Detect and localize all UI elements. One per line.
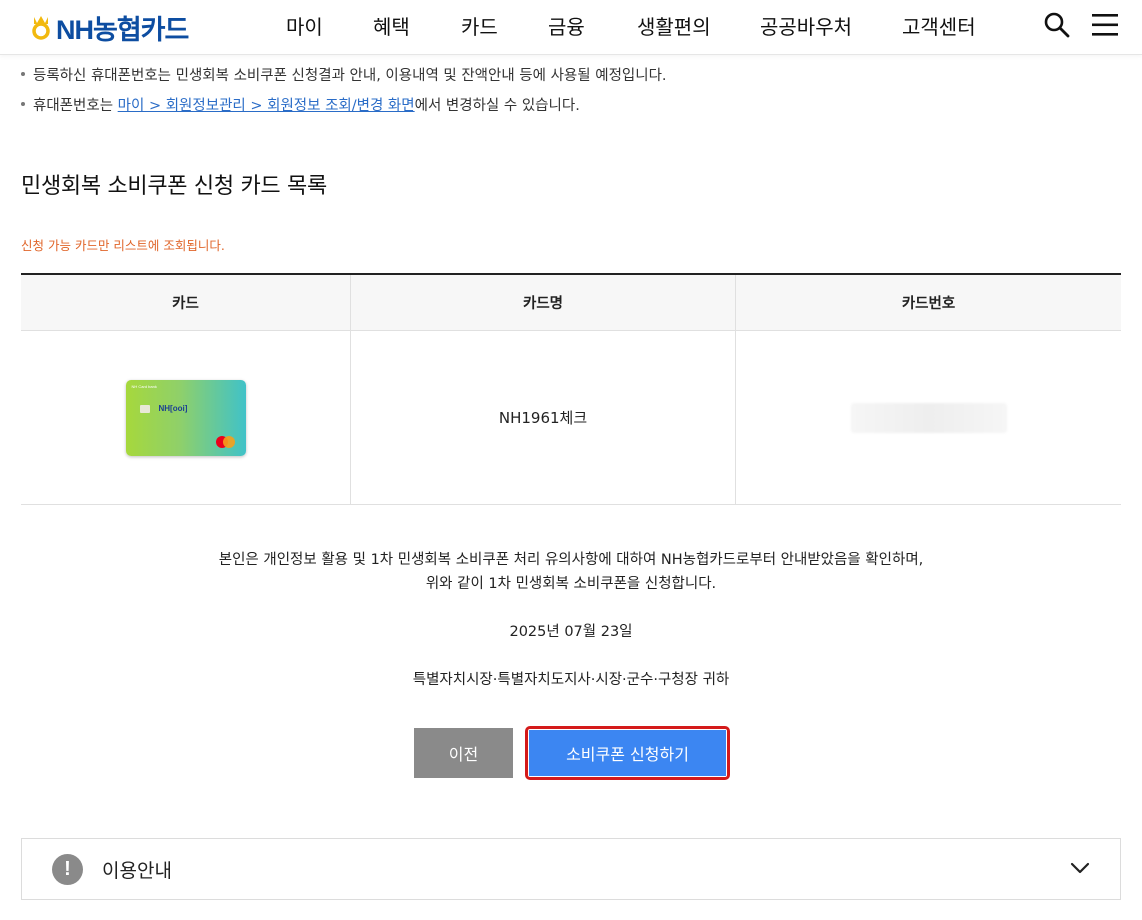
consent-statement-line1: 본인은 개인정보 활용 및 1차 민생회복 소비쿠폰 처리 유의사항에 대하여 … xyxy=(218,552,924,568)
consent-statement-line2: 위와 같이 1차 민생회복 소비쿠폰을 신청합니다. xyxy=(425,576,717,592)
addressee: 특별자치시장·특별자치도지사·시장·군수·구청장 귀하 xyxy=(412,672,730,688)
hamburger-menu-icon[interactable] xyxy=(1091,13,1119,37)
card-list-table: 카드 카드명 카드번호 NH Card bank NH[ooi] NH1961체… xyxy=(21,273,1121,505)
search-icon[interactable] xyxy=(1043,11,1071,39)
card-image: NH Card bank NH[ooi] xyxy=(125,379,246,456)
application-date: 2025년 07월 23일 xyxy=(509,624,633,640)
masked-card-number xyxy=(850,402,1007,433)
usage-guide-accordion[interactable]: ! 이용안내 xyxy=(21,838,1121,900)
card-brand-text: NH[ooi] xyxy=(158,403,188,413)
exclamation-icon: ! xyxy=(52,854,83,885)
notice-phone-change: 휴대폰번호는 마이 > 회원정보관리 > 회원정보 조회/변경 화면에서 변경하… xyxy=(21,94,580,115)
card-issuer-text: NH Card bank xyxy=(131,383,157,389)
nav-item-my[interactable]: 마이 xyxy=(286,12,323,42)
notice-suffix: 에서 변경하실 수 있습니다. xyxy=(414,98,580,114)
column-header-card-number: 카드번호 xyxy=(735,275,1121,330)
section-title: 민생회복 소비쿠폰 신청 카드 목록 xyxy=(21,174,327,199)
nav-item-customer-center[interactable]: 고객센터 xyxy=(902,12,976,42)
card-image-cell: NH Card bank NH[ooi] xyxy=(21,331,350,504)
member-info-link[interactable]: 마이 > 회원정보관리 > 회원정보 조회/변경 화면 xyxy=(118,98,415,114)
apply-button-highlight: 소비쿠폰 신청하기 xyxy=(525,726,730,780)
notice-phone-usage: 등록하신 휴대폰번호는 민생회복 소비쿠폰 신청결과 안내, 이용내역 및 잔액… xyxy=(21,64,667,85)
apply-coupon-button[interactable]: 소비쿠폰 신청하기 xyxy=(529,730,726,776)
notice-text: 등록하신 휴대폰번호는 민생회복 소비쿠폰 신청결과 안내, 이용내역 및 잔액… xyxy=(33,68,667,84)
nav-item-lifestyle[interactable]: 생활편의 xyxy=(637,12,711,42)
notice-prefix: 휴대폰번호는 xyxy=(33,98,118,114)
usage-guide-label: 이용안내 xyxy=(102,860,172,882)
eligible-card-note: 신청 가능 카드만 리스트에 조회됩니다. xyxy=(21,238,225,253)
card-number-cell xyxy=(735,331,1121,504)
chevron-down-icon[interactable] xyxy=(1070,861,1090,875)
nav-item-card[interactable]: 카드 xyxy=(461,12,498,42)
bullet-icon xyxy=(21,72,25,76)
table-header: 카드 카드명 카드번호 xyxy=(21,275,1121,331)
column-header-card-name: 카드명 xyxy=(350,275,735,330)
logo-text: NH농협카드 xyxy=(56,14,189,45)
nh-card-logo[interactable]: NH농협카드 xyxy=(30,12,189,45)
column-header-card: 카드 xyxy=(172,296,199,312)
mastercard-logo-icon xyxy=(222,435,235,448)
nh-logo-mark-icon xyxy=(32,16,50,40)
nav-item-public-voucher[interactable]: 공공바우처 xyxy=(760,12,852,42)
site-header: NH농협카드 마이 혜택 카드 금융 생활편의 공공바우처 고객센터 xyxy=(0,0,1142,55)
nav-item-finance[interactable]: 금융 xyxy=(548,12,585,42)
bullet-icon xyxy=(21,102,25,106)
card-name-cell: NH1961체크 xyxy=(350,331,735,504)
table-row[interactable]: NH Card bank NH[ooi] NH1961체크 xyxy=(21,331,1121,505)
prev-button[interactable]: 이전 xyxy=(414,728,513,778)
nav-item-benefits[interactable]: 혜택 xyxy=(373,12,410,42)
card-chip-icon xyxy=(139,404,150,413)
